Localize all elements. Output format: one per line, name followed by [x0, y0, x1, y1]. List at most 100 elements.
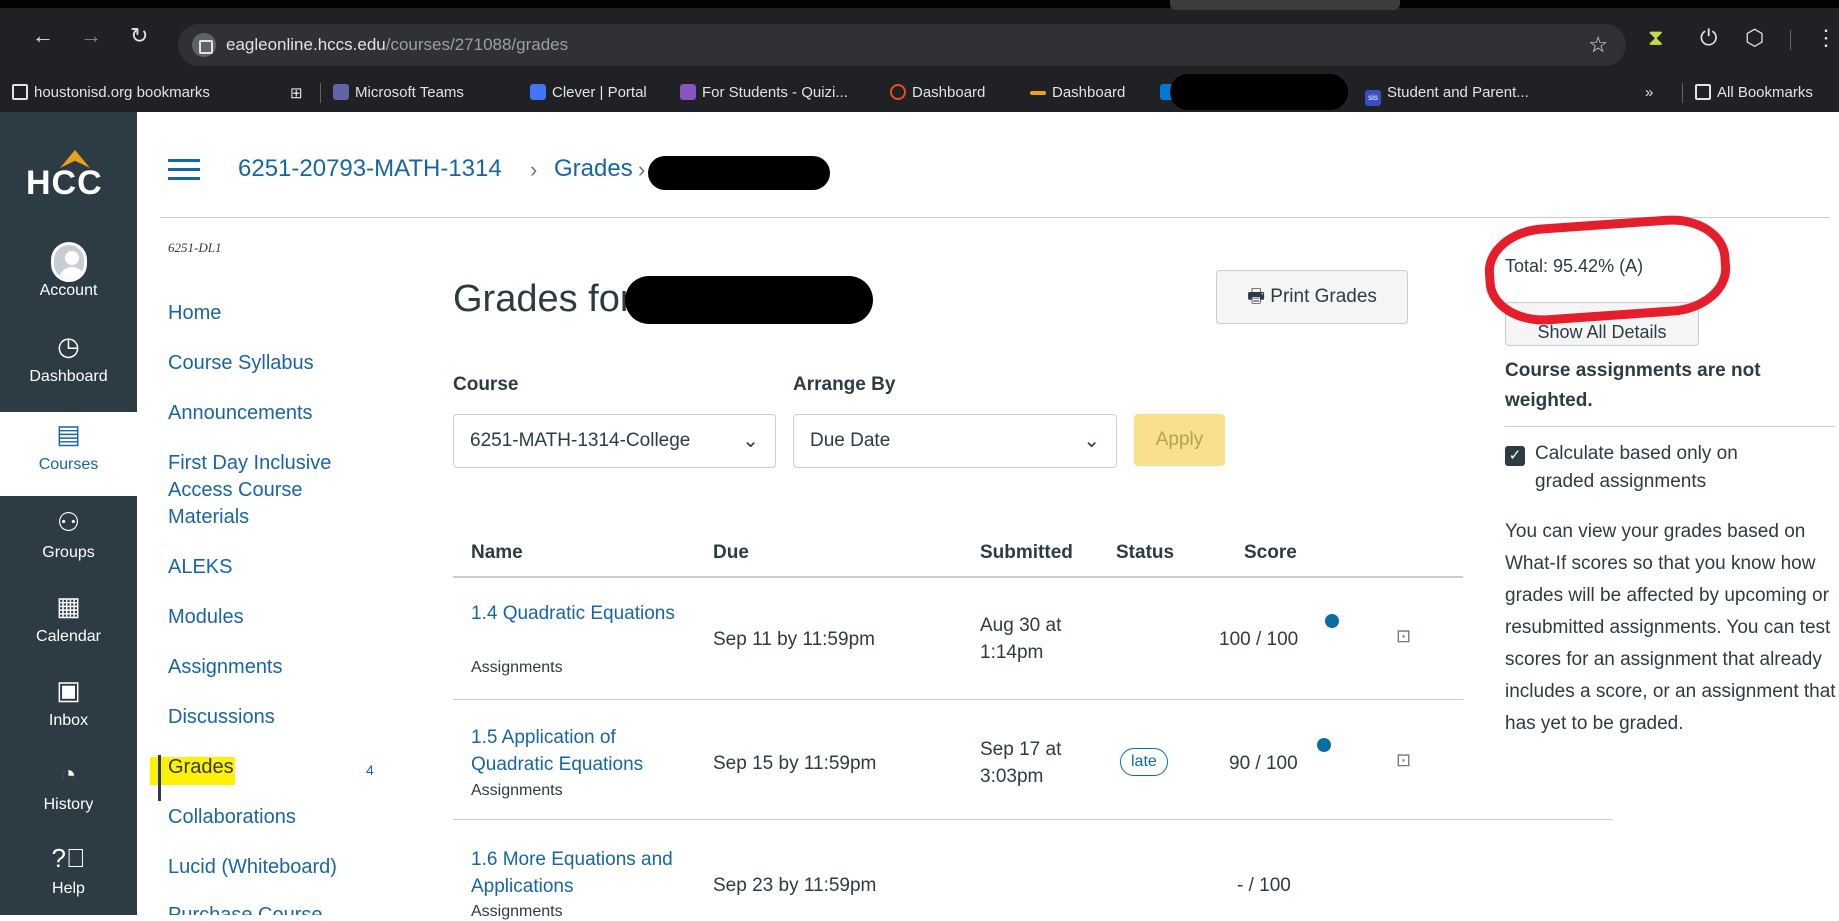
more-bookmarks-chevron[interactable]: »: [1645, 84, 1653, 101]
address-bar[interactable]: eagleonline.hccs.edu/courses/271088/grad…: [178, 24, 1626, 66]
submitted-date: Sep 17 at: [980, 739, 1062, 760]
tab-strip: [0, 0, 1839, 8]
term-code: 6251-DL1: [168, 240, 222, 255]
col-status[interactable]: Status: [1116, 542, 1174, 564]
breadcrumb-separator: ›: [530, 157, 538, 182]
nav-history[interactable]: ◔ History: [0, 756, 137, 832]
course-nav-collaborations[interactable]: Collaborations: [168, 804, 296, 831]
page-title: Grades for: [453, 278, 633, 320]
submitted-time: 3:03pm: [980, 766, 1044, 787]
nav-groups[interactable]: ⚇ Groups: [0, 504, 137, 580]
print-grades-button[interactable]: 🖶 Print Grades: [1216, 270, 1408, 324]
assignment-link[interactable]: 1.4 Quadratic Equations: [471, 600, 691, 627]
redaction-bookmark: [1170, 74, 1348, 110]
hamburger-menu-icon[interactable]: [168, 159, 200, 181]
arrange-select[interactable]: Due Date ⌄: [793, 414, 1117, 468]
score[interactable]: 90 / 100: [1229, 750, 1298, 777]
col-due[interactable]: Due: [713, 542, 749, 564]
course-nav-lucid[interactable]: Lucid (Whiteboard): [168, 854, 337, 881]
sidebar-divider: [1505, 426, 1835, 427]
sis-icon: sis: [1365, 90, 1381, 106]
course-nav-home[interactable]: Home: [168, 300, 221, 327]
assignment-link[interactable]: 1.5 Application of Quadratic Equations: [471, 724, 691, 778]
bookmark-dashboard-2[interactable]: Dashboard: [1030, 84, 1125, 101]
nav-account[interactable]: Account: [0, 242, 137, 314]
toolbar-divider: [1790, 30, 1791, 50]
reload-icon[interactable]: ↻: [130, 24, 148, 48]
nav-courses[interactable]: ▤ Courses: [0, 412, 137, 496]
col-name[interactable]: Name: [471, 542, 523, 564]
col-submitted[interactable]: Submitted: [980, 542, 1073, 564]
global-navigation: HCC Account ◷ Dashboard ▤ Courses ⚇ Grou…: [0, 112, 137, 915]
graded-only-label[interactable]: Calculate based only on graded assignmen…: [1535, 440, 1795, 496]
help-icon: ?⃝: [51, 843, 86, 873]
chevron-down-icon: ⌄: [1083, 430, 1100, 452]
course-nav-first-day[interactable]: First Day Inclusive Access Course Materi…: [168, 450, 348, 531]
breadcrumb-course[interactable]: 6251-20793-MATH-1314: [238, 155, 502, 183]
site-info-icon[interactable]: [192, 33, 216, 57]
bookmark-clever[interactable]: Clever | Portal: [530, 84, 647, 101]
url-text: eagleonline.hccs.edu/courses/271088/grad…: [226, 35, 568, 55]
power-icon[interactable]: ⏻: [1700, 25, 1717, 51]
col-score[interactable]: Score: [1244, 542, 1297, 564]
bookmark-divider: [320, 83, 321, 103]
course-nav-discussions[interactable]: Discussions: [168, 704, 275, 731]
course-nav-grades[interactable]: Grades: [168, 754, 234, 781]
chevron-down-icon: ⌄: [736, 415, 759, 467]
course-nav-syllabus[interactable]: Course Syllabus: [168, 350, 314, 377]
nav-dashboard[interactable]: ◷ Dashboard: [0, 328, 137, 404]
submitted-date: Aug 30 at: [980, 615, 1062, 636]
forward-icon[interactable]: →: [80, 24, 102, 48]
extension-icon[interactable]: ⧗: [1648, 25, 1663, 51]
bookmark-label: Dashboard: [1052, 84, 1126, 101]
nav-inbox[interactable]: ▣ Inbox: [0, 672, 137, 748]
course-nav-modules[interactable]: Modules: [168, 604, 244, 631]
bookmark-teams[interactable]: Microsoft Teams: [333, 84, 464, 101]
history-icon: ◔: [60, 759, 77, 789]
nav-label: History: [43, 796, 94, 813]
header-divider: [160, 217, 1830, 218]
nav-calendar[interactable]: ▦ Calendar: [0, 588, 137, 664]
bookmark-label: Student and Parent...: [1387, 84, 1529, 101]
active-indicator: [158, 755, 161, 801]
bookmark-label: For Students - Quizi...: [702, 84, 848, 101]
course-select-value: 6251-MATH-1314-College: [470, 430, 691, 451]
bookmark-dashboard-1[interactable]: Dashboard: [890, 84, 985, 101]
assignment-link[interactable]: 1.6 More Equations and Applications: [471, 846, 691, 900]
nav-label: Inbox: [48, 712, 89, 729]
nav-label: Courses: [38, 456, 99, 473]
course-nav-purchase[interactable]: Purchase Course: [168, 902, 323, 915]
breadcrumb-grades[interactable]: Grades: [554, 155, 633, 183]
bookmark-star-icon[interactable]: ☆: [1588, 32, 1608, 58]
score[interactable]: 100 / 100: [1219, 626, 1298, 653]
bookmark-label: Microsoft Teams: [355, 84, 464, 101]
course-nav-assignments[interactable]: Assignments: [168, 654, 283, 681]
browser-tab[interactable]: [1170, 0, 1400, 10]
bookmark-student-parent[interactable]: sis Student and Parent...: [1365, 84, 1529, 106]
nav-label: Dashboard: [29, 368, 108, 385]
apply-button[interactable]: Apply: [1134, 414, 1225, 466]
hcc-logo[interactable]: HCC: [0, 112, 137, 217]
groups-icon: ⚇: [56, 507, 81, 537]
graded-only-checkbox[interactable]: ✓: [1505, 446, 1525, 466]
score[interactable]: - / 100: [1237, 872, 1291, 899]
bookmark-divider: [1682, 83, 1683, 103]
extensions-puzzle-icon[interactable]: ⬡: [1745, 25, 1764, 51]
course-select[interactable]: 6251-MATH-1314-College ⌄: [453, 414, 776, 468]
bookmark-label: All Bookmarks: [1717, 84, 1813, 101]
back-icon[interactable]: ←: [32, 24, 54, 48]
nav-help[interactable]: ?⃝ Help: [0, 840, 137, 916]
arrange-label: Arrange By: [793, 374, 896, 395]
due-date: Sep 11 by 11:59pm: [713, 629, 875, 650]
apps-grid-icon[interactable]: ⊞: [290, 84, 303, 102]
rubric-icon[interactable]: ⊡: [1396, 750, 1411, 771]
bookmark-folder-houstonisd[interactable]: houstonisd.org bookmarks: [12, 84, 210, 101]
table-row: 1.4 Quadratic Equations Assignments Sep …: [453, 580, 1463, 700]
rubric-icon[interactable]: ⊡: [1396, 626, 1411, 647]
calendar-icon: ▦: [56, 591, 81, 621]
course-nav-announcements[interactable]: Announcements: [168, 400, 313, 427]
bookmark-quizizz[interactable]: For Students - Quizi...: [680, 84, 848, 101]
menu-kebab-icon[interactable]: ⋮: [1815, 25, 1837, 51]
course-nav-aleks[interactable]: ALEKS: [168, 554, 232, 581]
all-bookmarks[interactable]: All Bookmarks: [1695, 84, 1813, 101]
